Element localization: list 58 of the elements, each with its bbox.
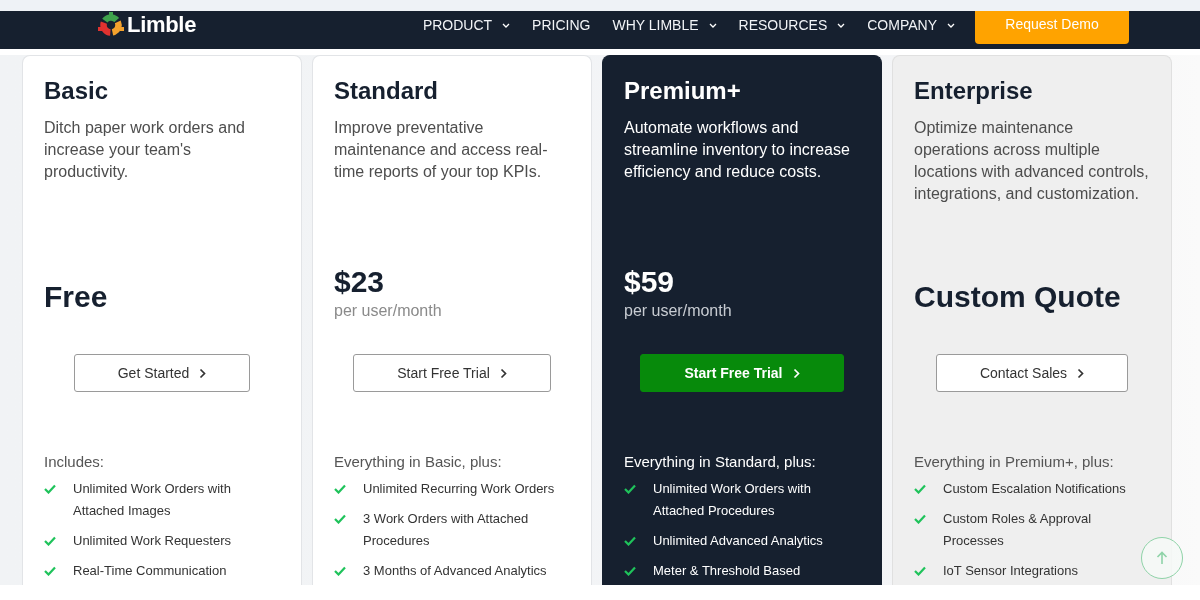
feature-text: Custom Roles & Approval Processes — [943, 510, 1093, 550]
brand-name[interactable]: Limble — [127, 12, 197, 38]
feature-text: Unlimited Advanced Analytics — [653, 532, 823, 550]
plan-button[interactable]: Start Free Trial — [353, 354, 551, 392]
plan-price: $23 — [334, 264, 386, 300]
features-heading: Everything in Premium+, plus: — [914, 452, 1115, 472]
plan-name: Premium+ — [624, 76, 742, 106]
gear-icon[interactable] — [98, 12, 124, 38]
plan-description: Ditch paper work orders and increase your team's productivity. — [44, 118, 246, 182]
check-icon — [624, 566, 636, 576]
check-icon — [334, 484, 346, 494]
check-icon — [914, 484, 926, 494]
plan-button[interactable]: Start Free Trial — [640, 354, 844, 392]
nav-link[interactable]: RESOURCES — [738, 16, 846, 34]
plan-price: Free — [44, 279, 109, 315]
plan-name: Standard — [334, 76, 439, 106]
check-icon — [334, 514, 346, 524]
feature-text: Unlimited Work Orders with Attached Procedures — [653, 480, 812, 520]
check-icon — [334, 566, 346, 576]
nav-link[interactable]: PRODUCT — [422, 16, 511, 34]
feature-text: Meter & Threshold Based — [653, 562, 801, 580]
plan-button[interactable]: Get Started — [73, 354, 251, 392]
plan-description: Optimize maintenance operations across multiple locations with advanced controls, integrations, and customization. — [914, 118, 1150, 204]
price-period: per user/month — [334, 301, 443, 321]
plan-description: Improve preventative maintenance and access real-time reports of your top KPIs. — [334, 118, 549, 182]
feature-text: 3 Work Orders with Attached Procedures — [363, 510, 530, 550]
feature-text: Unlimited Recurring Work Orders — [363, 480, 555, 498]
check-icon — [624, 536, 636, 546]
feature-text: Unlimited Work Requesters — [73, 532, 231, 550]
chevron-right-icon — [199, 367, 207, 379]
features-heading: Everything in Standard, plus: — [624, 452, 817, 472]
check-icon — [44, 536, 56, 546]
nav-link[interactable]: COMPANY — [867, 16, 955, 34]
feature-text: Custom Escalation Notifications — [943, 480, 1126, 498]
check-icon — [624, 484, 636, 494]
check-icon — [914, 566, 926, 576]
feature-text: Unlimited Work Orders with Attached Images — [73, 480, 232, 520]
check-icon — [44, 484, 56, 494]
plan-price: Custom Quote — [914, 279, 1122, 315]
features-heading: Everything in Basic, plus: — [334, 452, 503, 472]
plan-name: Basic — [44, 76, 110, 106]
feature-text: 3 Months of Advanced Analytics — [363, 562, 547, 580]
arrow-up-icon — [1156, 551, 1168, 565]
nav-link[interactable]: PRICING — [532, 16, 591, 34]
plan-button[interactable]: Contact Sales — [935, 354, 1129, 392]
plan-description: Automate workflows and streamline inventory to increase efficiency and reduce costs. — [624, 118, 851, 182]
price-period: per user/month — [624, 301, 733, 321]
feature-text: IoT Sensor Integrations — [943, 562, 1078, 580]
plan-price: $59 — [624, 264, 676, 300]
nav-link[interactable]: WHY LIMBLE — [612, 16, 717, 34]
chevron-right-icon — [499, 367, 507, 379]
check-icon — [44, 566, 56, 576]
plan-name: Enterprise — [914, 76, 1034, 106]
chevron-right-icon — [792, 367, 800, 379]
features-heading: Includes: — [44, 452, 106, 472]
feature-text: Real-Time Communication — [73, 562, 227, 580]
check-icon — [914, 514, 926, 524]
chevron-right-icon — [1077, 367, 1085, 379]
